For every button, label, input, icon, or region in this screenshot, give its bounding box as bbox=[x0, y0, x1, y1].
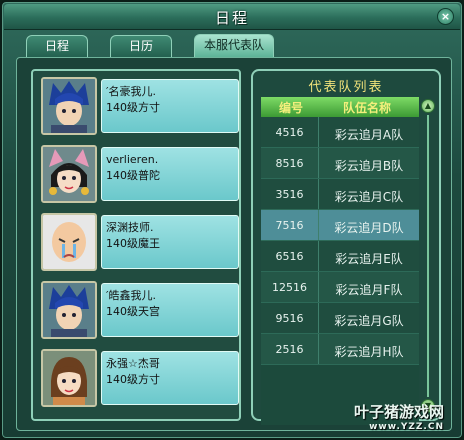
table-row[interactable]: 4516 彩云追月A队 bbox=[261, 117, 419, 148]
team-list-title: 代表队列表 bbox=[308, 80, 384, 95]
table-row[interactable]: 12516 彩云追月F队 bbox=[261, 272, 419, 303]
member-portrait bbox=[41, 77, 97, 135]
member-level: 140级普陀 bbox=[106, 169, 160, 182]
member-name: ′皓鑫我儿. bbox=[106, 289, 156, 302]
scroll-track[interactable] bbox=[427, 115, 429, 397]
team-name: 彩云追月E队 bbox=[335, 252, 403, 266]
tab-calendar[interactable]: 日历 bbox=[110, 35, 172, 57]
table-row[interactable]: 6516 彩云追月E队 bbox=[261, 241, 419, 272]
member-portrait bbox=[41, 349, 97, 407]
member-level: 140级魔王 bbox=[106, 237, 160, 250]
col-number-header: 编号 bbox=[279, 101, 304, 115]
team-number: 12516 bbox=[261, 272, 319, 302]
member-list: ′名豪我儿. 140级方寸 verlieren. 140级普陀 深渊技师. 14… bbox=[31, 69, 241, 421]
member-info: 永强☆杰哥 140级方寸 bbox=[101, 351, 239, 405]
member-level: 140级方寸 bbox=[106, 101, 160, 114]
member-name: verlieren. bbox=[106, 153, 159, 166]
member-portrait bbox=[41, 145, 97, 203]
member-name: 深渊技师. bbox=[106, 221, 154, 234]
team-list-panel: 代表队列表 编号 队伍名称 4516 彩云追月A队 8516 彩云追月B队 35… bbox=[251, 69, 441, 425]
scroll-up-icon[interactable]: ▲ bbox=[421, 99, 435, 113]
table-header: 编号 队伍名称 bbox=[261, 97, 419, 117]
member-portrait bbox=[41, 213, 97, 271]
member-level: 140级方寸 bbox=[106, 373, 160, 386]
team-name: 彩云追月B队 bbox=[334, 159, 404, 173]
team-number: 9516 bbox=[261, 303, 319, 333]
member-card[interactable]: ′名豪我儿. 140级方寸 bbox=[41, 77, 239, 137]
table-row[interactable]: 9516 彩云追月G队 bbox=[261, 303, 419, 334]
member-info: 深渊技师. 140级魔王 bbox=[101, 215, 239, 269]
member-card[interactable]: 永强☆杰哥 140级方寸 bbox=[41, 349, 239, 409]
team-name: 彩云追月C队 bbox=[334, 190, 404, 204]
member-name: 永强☆杰哥 bbox=[106, 357, 160, 370]
team-table: 编号 队伍名称 4516 彩云追月A队 8516 彩云追月B队 3516 彩云追… bbox=[261, 97, 419, 425]
member-info: ′名豪我儿. 140级方寸 bbox=[101, 79, 239, 133]
team-number: 3516 bbox=[261, 179, 319, 209]
team-number: 6516 bbox=[261, 241, 319, 271]
site-watermark: 叶子猪游戏网 www.YZZ.CN bbox=[354, 401, 444, 432]
member-portrait bbox=[41, 281, 97, 339]
member-card[interactable]: 深渊技师. 140级魔王 bbox=[41, 213, 239, 273]
table-row[interactable]: 2516 彩云追月H队 bbox=[261, 334, 419, 365]
member-info: verlieren. 140级普陀 bbox=[101, 147, 239, 201]
team-name: 彩云追月G队 bbox=[334, 314, 404, 328]
col-name-header: 队伍名称 bbox=[343, 101, 392, 115]
team-number: 2516 bbox=[261, 334, 319, 364]
team-name: 彩云追月D队 bbox=[334, 221, 404, 235]
close-button[interactable]: × bbox=[437, 8, 454, 25]
member-level: 140级天宫 bbox=[106, 305, 160, 318]
member-name: ′名豪我儿. bbox=[106, 85, 156, 98]
team-name: 彩云追月A队 bbox=[334, 128, 404, 142]
title-bar[interactable]: 日程 × bbox=[4, 4, 460, 30]
table-row[interactable]: 8516 彩云追月B队 bbox=[261, 148, 419, 179]
watermark-url: www.YZZ.CN bbox=[369, 422, 444, 432]
member-card[interactable]: ′皓鑫我儿. 140级天宫 bbox=[41, 281, 239, 341]
tab-schedule[interactable]: 日程 bbox=[26, 35, 88, 57]
watermark-text: 叶子猪游戏网 bbox=[353, 403, 444, 421]
table-row[interactable]: 3516 彩云追月C队 bbox=[261, 179, 419, 210]
team-number: 7516 bbox=[261, 210, 319, 240]
team-name: 彩云追月F队 bbox=[335, 283, 403, 297]
content-area: ′名豪我儿. 140级方寸 verlieren. 140级普陀 深渊技师. 14… bbox=[16, 57, 452, 431]
member-card[interactable]: verlieren. 140级普陀 bbox=[41, 145, 239, 205]
scrollbar[interactable]: ▲ ▼ bbox=[421, 99, 435, 415]
tab-server-team[interactable]: 本服代表队 bbox=[194, 34, 274, 57]
window-title: 日程 bbox=[214, 9, 249, 27]
table-row-selected[interactable]: 7516 彩云追月D队 bbox=[261, 210, 419, 241]
team-number: 8516 bbox=[261, 148, 319, 178]
member-info: ′皓鑫我儿. 140级天宫 bbox=[101, 283, 239, 337]
team-number: 4516 bbox=[261, 117, 319, 147]
schedule-window: 日程 × 日程 日历 本服代表队 ′名豪我儿. 140级方寸 verlieren… bbox=[0, 0, 464, 440]
team-name: 彩云追月H队 bbox=[334, 345, 404, 359]
